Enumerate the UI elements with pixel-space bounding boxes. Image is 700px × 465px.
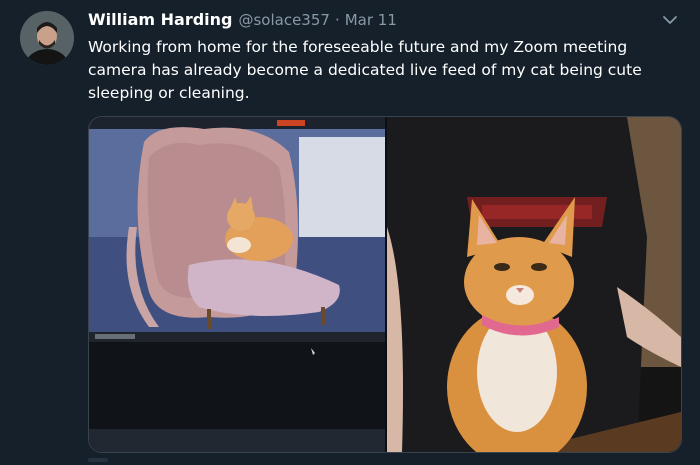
tweet-text: Working from home for the foreseeable fu… bbox=[88, 38, 642, 102]
user-handle[interactable]: @solace357 bbox=[238, 11, 329, 29]
tweet-header: William Harding @solace357 · Mar 11 bbox=[88, 10, 397, 34]
chevron-down-icon bbox=[663, 16, 677, 24]
avatar-image bbox=[20, 11, 74, 65]
next-content-edge bbox=[88, 458, 108, 462]
display-name[interactable]: William Harding bbox=[88, 10, 232, 29]
avatar[interactable] bbox=[20, 11, 74, 65]
left-photo-image bbox=[89, 117, 385, 452]
tweet-media[interactable] bbox=[88, 116, 682, 453]
right-photo-image bbox=[387, 117, 681, 452]
tweet[interactable]: William Harding @solace357 · Mar 11 Work… bbox=[0, 0, 700, 465]
cat-in-lap-photo[interactable] bbox=[387, 117, 681, 452]
tweet-date[interactable]: Mar 11 bbox=[345, 11, 397, 29]
cat-on-chair-zoom-photo[interactable] bbox=[89, 117, 385, 452]
more-options-button[interactable] bbox=[660, 10, 680, 30]
separator: · bbox=[334, 11, 340, 29]
